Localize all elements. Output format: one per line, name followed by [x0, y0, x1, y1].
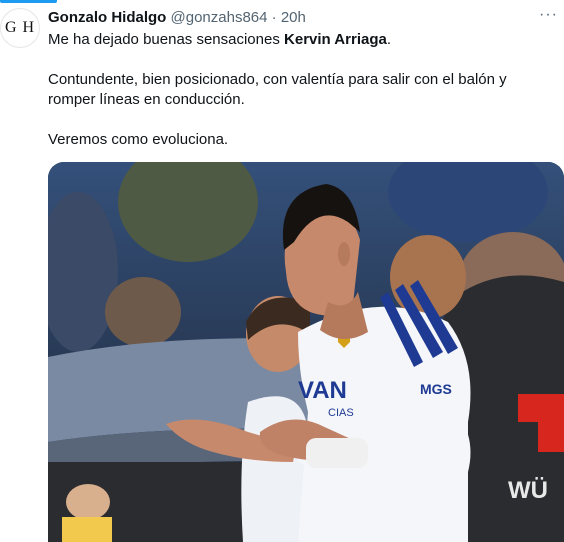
tweet-paragraph-2: Contundente, bien posicionado, con valen… [48, 70, 548, 110]
avatar[interactable]: G H [0, 8, 40, 48]
jersey-sponsor-subtext: CIAS [328, 407, 354, 419]
more-options-icon[interactable]: ··· [539, 6, 558, 24]
player-ear [338, 242, 350, 266]
tweet-line1-suffix: . [387, 31, 391, 48]
jersey-sponsor-text: VAN [298, 377, 347, 404]
tweet-text: Me ha dejado buenas sensaciones Kervin A… [48, 30, 548, 170]
tweet-photo[interactable]: WÜ VAN CIAS MGS [48, 162, 564, 542]
spectator-blur [105, 277, 181, 347]
tweet-paragraph-3: Veremos como evoluciona. [48, 130, 548, 150]
top-accent-bar [0, 0, 57, 3]
spectator-shirt [62, 517, 112, 542]
tweet-header: Gonzalo Hidalgo @gonzahs864 · 20h [48, 8, 306, 28]
tweet-paragraph-1: Me ha dejado buenas sensaciones Kervin A… [48, 30, 548, 50]
bg-sponsor-text: WÜ [508, 477, 548, 504]
author-name[interactable]: Gonzalo Hidalgo [48, 9, 166, 26]
separator-dot: · [272, 9, 277, 26]
tweet-line1-prefix: Me ha dejado buenas sensaciones [48, 31, 284, 48]
spectator-face [66, 484, 110, 520]
mentioned-player: Kervin Arriaga [284, 31, 387, 48]
wrist-tape [306, 438, 368, 468]
timestamp[interactable]: 20h [281, 9, 306, 26]
photo-scene: WÜ VAN CIAS MGS [48, 162, 564, 542]
avatar-initials: G H [5, 19, 35, 37]
sleeve-sponsor-text: MGS [420, 381, 452, 397]
author-handle[interactable]: @gonzahs864 [171, 9, 268, 26]
